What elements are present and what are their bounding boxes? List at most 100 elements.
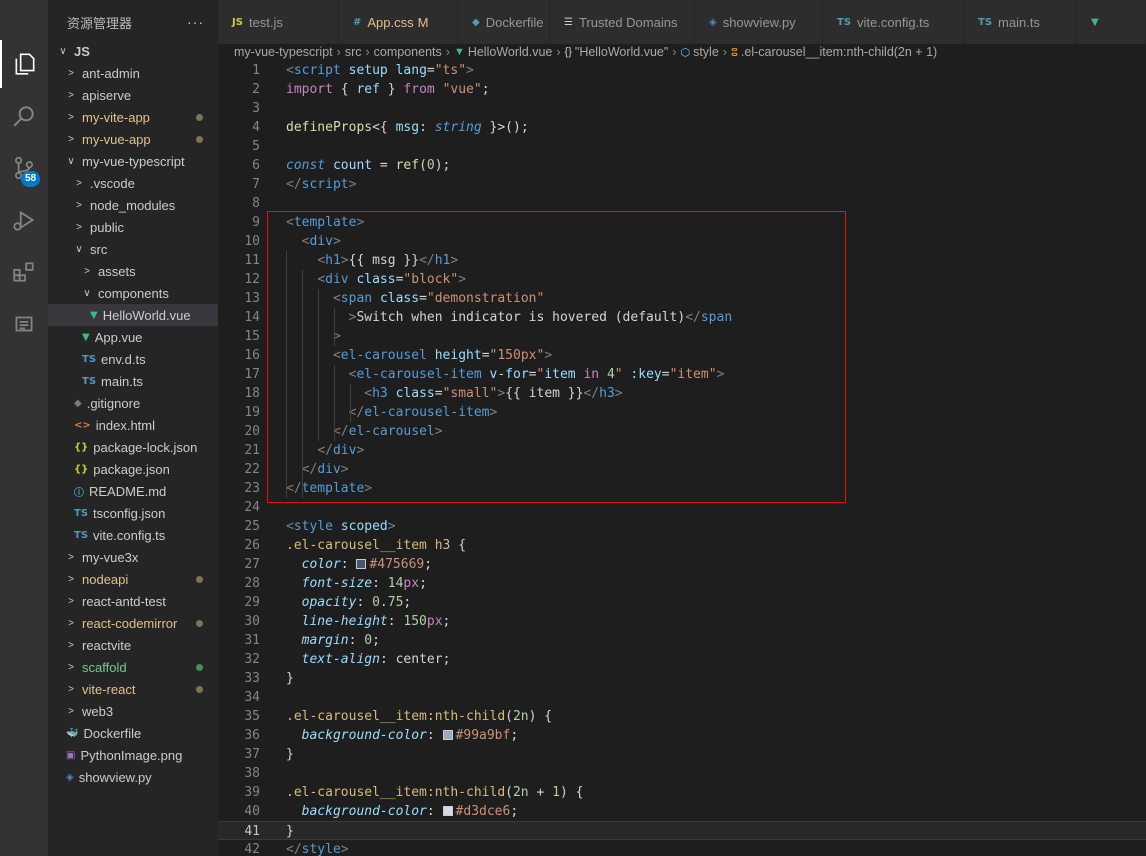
code-line: 42 </style> [218,840,1146,856]
source-control-icon[interactable]: 58 [0,144,48,192]
code-token: style [293,519,333,534]
output-icon[interactable] [0,300,48,348]
color-swatch[interactable] [442,806,453,816]
tree-item-label: apiserve [82,87,132,103]
tree-item[interactable]: > assets [48,260,218,282]
run-debug-icon[interactable] [0,196,48,244]
extensions-icon[interactable] [0,248,48,296]
line-number: 28 [244,576,260,591]
tree-item[interactable]: TS vite.config.ts [48,524,218,546]
code-token: defineProps [286,120,373,135]
breadcrumb-icon: {} [564,46,572,58]
tree-item[interactable]: ⓘ README.md [48,480,218,502]
breadcrumb-item[interactable]: "HelloWorld.vue" [575,45,668,59]
tab-vue-file[interactable]: ▼ [1077,0,1146,44]
tree-item[interactable]: ∨ src [48,238,218,260]
breadcrumb-item[interactable]: src [345,45,362,59]
tree-item-label: node_modules [90,197,176,213]
breadcrumb-item[interactable]: my-vue-typescript [234,45,333,59]
tree-item[interactable]: > vite-react [48,678,218,700]
code-text: } [286,669,294,688]
tab-test-js[interactable]: JS test.js [218,0,339,44]
tree-item[interactable]: > my-vue-app [48,128,218,150]
tree-item[interactable]: 🐳 Dockerfile [48,722,218,744]
code-token: px [426,614,443,629]
code-token: > [340,842,349,856]
tree-item-label: Dockerfile [83,725,142,741]
tree-item-label: ant-admin [82,65,140,81]
tree-item[interactable]: ∨ components [48,282,218,304]
tree-item-label: vite-react [82,681,136,697]
modified-indicator: M [417,14,429,30]
tree-item[interactable]: TS main.ts [48,370,218,392]
tree-item[interactable]: ▼ App.vue [48,326,218,348]
file-icon: {} [74,441,89,453]
breadcrumb-item[interactable]: .el-carousel__item:nth-child(2n + 1) [741,45,937,59]
tree-item[interactable]: > my-vue3x [48,546,218,568]
chevron-right-icon: > [68,89,74,101]
tree-item[interactable]: > nodeapi [48,568,218,590]
breadcrumb-item[interactable]: style [693,45,719,59]
tree-item-label: reactvite [82,637,132,653]
tree-item[interactable]: <> index.html [48,414,218,436]
tree-item[interactable]: > node_modules [48,194,218,216]
code-token: <{ [372,120,396,135]
tree-item[interactable]: > public [48,216,218,238]
tree-item[interactable]: ∨ JS [48,40,218,62]
line-number: 27 [244,557,260,572]
more-actions-icon[interactable]: ··· [187,14,204,30]
tree-item[interactable]: {} package.json [48,458,218,480]
tab-showview-py[interactable]: ◈ showview.py [695,0,823,44]
tab-main-ts[interactable]: TS main.ts [964,0,1077,44]
code-token: ( [419,158,427,173]
code-token: script [293,63,341,78]
search-icon[interactable] [0,92,48,140]
tab-app-css[interactable]: # App.css M [339,0,458,44]
code-editor[interactable]: 1 <script setup lang="ts"> 2 import { ref }… [218,60,1146,856]
tree-item[interactable]: ▣ PythonImage.png [48,744,218,766]
code-text: background-color: #d3dce6; [286,802,519,821]
tree-item[interactable]: ∨ my-vue-typescript [48,150,218,172]
tab-trusted-domains[interactable]: ☰ Trusted Domains [550,0,695,44]
breadcrumb-separator-icon: › [672,45,677,59]
tree-item[interactable]: > web3 [48,700,218,722]
code-token: .el-carousel__item [286,538,427,553]
source-control-badge: 58 [21,171,41,187]
tree-item-label: .gitignore [86,395,141,411]
tree-item[interactable]: {} package-lock.json [48,436,218,458]
code-line: 32 text-align: center; [218,650,1146,669]
code-token: const [286,158,326,173]
code-line: 31 margin: 0; [218,631,1146,650]
breadcrumb-item[interactable]: HelloWorld.vue [468,45,553,59]
tree-item[interactable]: TS env.d.ts [48,348,218,370]
tree-item[interactable]: > react-antd-test [48,590,218,612]
color-swatch[interactable] [442,730,453,740]
file-icon: # [353,16,362,28]
code-token: font-size [301,576,373,591]
explorer-icon[interactable] [0,40,48,88]
tree-item[interactable]: > apiserve [48,84,218,106]
tab-vite-config-ts[interactable]: TS vite.config.ts [823,0,964,44]
explorer-header: 资源管理器 ··· [48,0,218,44]
tree-item[interactable]: ◈ showview.py [48,766,218,788]
tree-item[interactable]: > react-codemirror [48,612,218,634]
breadcrumb-item[interactable]: components [374,45,442,59]
code-token: : [387,614,404,629]
tree-item[interactable]: ◆ .gitignore [48,392,218,414]
tree-item[interactable]: > reactvite [48,634,218,656]
color-swatch[interactable] [356,559,367,569]
tree-item[interactable]: > my-vite-app [48,106,218,128]
tree-item[interactable]: TS tsconfig.json [48,502,218,524]
code-line: 34 [218,688,1146,707]
tree-item[interactable]: > .vscode [48,172,218,194]
tree-item[interactable]: > ant-admin [48,62,218,84]
modified-dot [196,619,203,627]
code-token: style [301,842,341,856]
tab-dockerfile[interactable]: ◆ Dockerfile [458,0,550,44]
tree-item[interactable]: > scaffold [48,656,218,678]
tree-item[interactable]: ▼ HelloWorld.vue [48,304,218,326]
line-number: 7 [252,177,260,192]
code-text: defineProps<{ msg: string }>(); [286,118,529,137]
code-token: lang [395,63,427,78]
